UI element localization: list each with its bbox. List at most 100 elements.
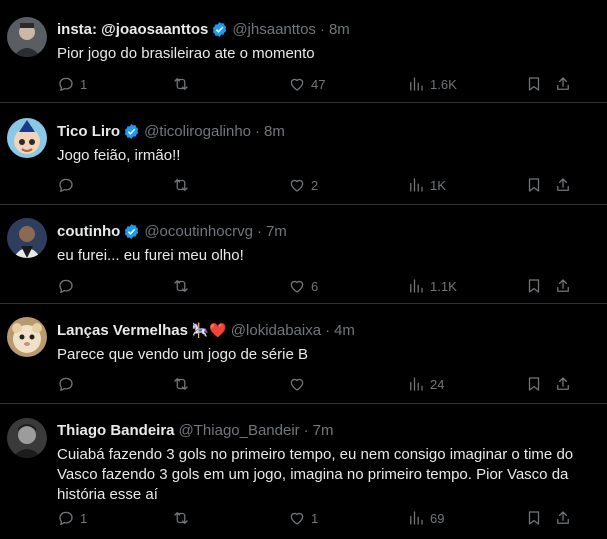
avatar[interactable]: [7, 317, 47, 357]
like-button[interactable]: [288, 374, 311, 394]
bookmark-button[interactable]: [525, 374, 543, 394]
like-count: 2: [311, 177, 319, 193]
avatar[interactable]: [7, 218, 47, 258]
display-name[interactable]: Lanças Vermelhas: [57, 322, 188, 339]
retweet-button[interactable]: [172, 74, 195, 94]
tweet[interactable]: coutinho @ocoutinhocrvg · 7m eu furei...…: [0, 205, 607, 304]
share-icon: [557, 279, 569, 292]
like-count: 47: [311, 76, 326, 92]
reply-button[interactable]: [57, 374, 80, 394]
heart-icon: [290, 512, 304, 525]
reply-button[interactable]: 1: [57, 74, 87, 94]
retweet-button[interactable]: [172, 374, 195, 394]
tweet[interactable]: Lanças Vermelhas 🎠❤️ @lokidabaixa · 4m P…: [0, 304, 607, 404]
verified-badge-icon: [213, 21, 227, 37]
share-button[interactable]: [554, 74, 572, 94]
views-count: 69: [430, 510, 445, 526]
like-button[interactable]: 6: [288, 276, 318, 296]
separator-dot: ·: [256, 222, 262, 240]
display-name[interactable]: Thiago Bandeira: [57, 422, 175, 439]
views-icon: [410, 279, 423, 293]
retweet-icon: [174, 179, 188, 191]
user-handle[interactable]: @jhsaanttos: [232, 21, 316, 38]
views-icon: [410, 511, 423, 525]
tweet[interactable]: insta: @joaosaanttos @jhsaanttos · 8m Pi…: [0, 0, 607, 103]
like-button[interactable]: 1: [288, 508, 318, 528]
avatar[interactable]: [7, 418, 47, 458]
timestamp[interactable]: 7m: [313, 422, 334, 439]
share-icon: [557, 77, 569, 90]
like-button[interactable]: 47: [288, 74, 325, 94]
separator-dot: ·: [303, 421, 309, 439]
timestamp[interactable]: 8m: [329, 21, 350, 38]
tweet-text: Jogo feião, irmão!!: [57, 147, 181, 164]
reply-button[interactable]: [57, 276, 80, 296]
reply-icon: [59, 377, 73, 392]
heart-icon: [290, 378, 304, 391]
views-count: 24: [430, 376, 445, 392]
retweet-button[interactable]: [172, 276, 195, 296]
share-button[interactable]: [554, 175, 572, 195]
share-icon: [557, 377, 569, 390]
user-handle[interactable]: @Thiago_Bandeir: [179, 422, 300, 439]
reply-icon: [59, 279, 73, 294]
tweet[interactable]: Thiago Bandeira @Thiago_Bandeir · 7m Cui…: [0, 404, 607, 539]
separator-dot: ·: [255, 122, 261, 140]
bookmark-icon: [528, 77, 540, 91]
retweet-icon: [174, 378, 188, 390]
verified-badge-icon: [125, 223, 139, 239]
display-name[interactable]: Tico Liro: [57, 123, 120, 140]
views-button[interactable]: 69: [407, 508, 444, 528]
share-button[interactable]: [554, 508, 572, 528]
reply-button[interactable]: 1: [57, 508, 87, 528]
reply-icon: [59, 77, 73, 92]
views-count: 1.1K: [430, 278, 457, 294]
bookmark-button[interactable]: [525, 508, 543, 528]
tweet-text: Cuiabá fazendo 3 gols no primeiro tempo,…: [57, 446, 574, 503]
avatar[interactable]: [7, 17, 47, 57]
views-count: 1K: [430, 177, 446, 193]
share-icon: [557, 511, 569, 524]
views-button[interactable]: 24: [407, 374, 444, 394]
display-name[interactable]: insta: @joaosaanttos: [57, 21, 208, 38]
views-button[interactable]: 1.1K: [407, 276, 457, 296]
retweet-button[interactable]: [172, 508, 195, 528]
user-handle[interactable]: @ocoutinhocrvg: [144, 223, 253, 240]
bookmark-icon: [528, 511, 540, 525]
timestamp[interactable]: 4m: [334, 322, 355, 339]
retweet-icon: [174, 512, 188, 524]
retweet-icon: [174, 78, 188, 90]
reply-button[interactable]: [57, 175, 80, 195]
retweet-button[interactable]: [172, 175, 195, 195]
views-button[interactable]: 1K: [407, 175, 446, 195]
user-handle[interactable]: @ticolirogalinho: [144, 123, 251, 140]
name-emoji: 🎠❤️: [191, 321, 227, 338]
avatar[interactable]: [7, 118, 47, 158]
bookmark-button[interactable]: [525, 74, 543, 94]
heart-icon: [290, 280, 304, 293]
bookmark-button[interactable]: [525, 175, 543, 195]
share-icon: [557, 178, 569, 191]
views-icon: [410, 377, 423, 391]
like-button[interactable]: 2: [288, 175, 318, 195]
bookmark-button[interactable]: [525, 276, 543, 296]
reply-icon: [59, 178, 73, 193]
views-count: 1.6K: [430, 76, 457, 92]
tweet[interactable]: Tico Liro @ticolirogalinho · 8m Jogo fei…: [0, 103, 607, 205]
like-count: 6: [311, 278, 319, 294]
timestamp[interactable]: 7m: [266, 223, 287, 240]
share-button[interactable]: [554, 276, 572, 296]
heart-icon: [290, 179, 304, 192]
tweet-text: Parece que vendo um jogo de série B: [57, 346, 308, 363]
share-button[interactable]: [554, 374, 572, 394]
reply-icon: [59, 511, 73, 526]
tweet-text: eu furei... eu furei meu olho!: [57, 247, 244, 264]
user-handle[interactable]: @lokidabaixa: [231, 322, 321, 339]
display-name[interactable]: coutinho: [57, 223, 120, 240]
timeline-feed: insta: @joaosaanttos @jhsaanttos · 8m Pi…: [0, 0, 607, 539]
views-button[interactable]: 1.6K: [407, 74, 457, 94]
timestamp[interactable]: 8m: [264, 123, 285, 140]
reply-count: 1: [80, 76, 88, 92]
bookmark-icon: [528, 377, 540, 391]
retweet-icon: [174, 280, 188, 292]
